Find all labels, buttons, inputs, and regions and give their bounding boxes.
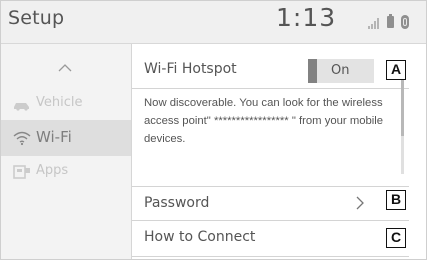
sidebar-item-label: Vehicle bbox=[36, 95, 83, 110]
wifi-icon bbox=[13, 131, 31, 146]
scrollbar-thumb[interactable] bbox=[401, 74, 404, 136]
chevron-right-icon bbox=[356, 196, 364, 210]
wifi-hotspot-label: Wi-Fi Hotspot bbox=[144, 61, 237, 77]
scrollbar[interactable] bbox=[401, 74, 404, 174]
password-label: Password bbox=[144, 195, 210, 211]
header-bar: Setup 1:13 bbox=[0, 0, 427, 44]
discoverable-message: Now discoverable. You can look for the w… bbox=[144, 97, 384, 145]
car-icon bbox=[14, 103, 29, 111]
sidebar-item-apps[interactable]: Apps bbox=[0, 154, 131, 190]
sidebar-item-label: Wi-Fi bbox=[36, 128, 72, 146]
scroll-up-button[interactable] bbox=[0, 58, 131, 82]
divider bbox=[132, 256, 409, 257]
toggle-state-label: On bbox=[331, 63, 350, 78]
apps-icon bbox=[13, 165, 30, 179]
sidebar-item-vehicle[interactable]: Vehicle bbox=[0, 86, 131, 122]
page-title: Setup bbox=[8, 7, 65, 29]
sidebar-item-wifi[interactable]: Wi-Fi bbox=[0, 120, 131, 156]
clock-display: 1:13 bbox=[276, 3, 337, 32]
wifi-settings-panel: Wi-Fi Hotspot On Now discoverable. You c… bbox=[132, 44, 427, 260]
password-row[interactable]: Password bbox=[132, 186, 409, 220]
callout-a: A bbox=[386, 60, 406, 80]
how-to-connect-row[interactable]: How to Connect bbox=[132, 220, 409, 256]
sidebar-item-label: Apps bbox=[36, 163, 69, 178]
toggle-knob bbox=[308, 59, 317, 83]
wifi-hotspot-row: Wi-Fi Hotspot On bbox=[132, 52, 409, 88]
callout-b: B bbox=[386, 190, 406, 210]
wifi-hotspot-toggle[interactable]: On bbox=[308, 59, 374, 83]
how-to-connect-label: How to Connect bbox=[144, 229, 256, 245]
sidebar: Vehicle Wi-Fi Apps bbox=[0, 44, 131, 260]
bluetooth-icon bbox=[401, 15, 409, 29]
chevron-up-icon bbox=[58, 64, 72, 72]
setup-screen: Setup 1:13 Vehicle Wi-Fi Apps Wi-Fi Hots… bbox=[0, 0, 427, 260]
signal-icon bbox=[368, 16, 382, 29]
divider bbox=[132, 88, 409, 89]
callout-c: C bbox=[386, 228, 406, 248]
battery-icon bbox=[387, 14, 394, 28]
